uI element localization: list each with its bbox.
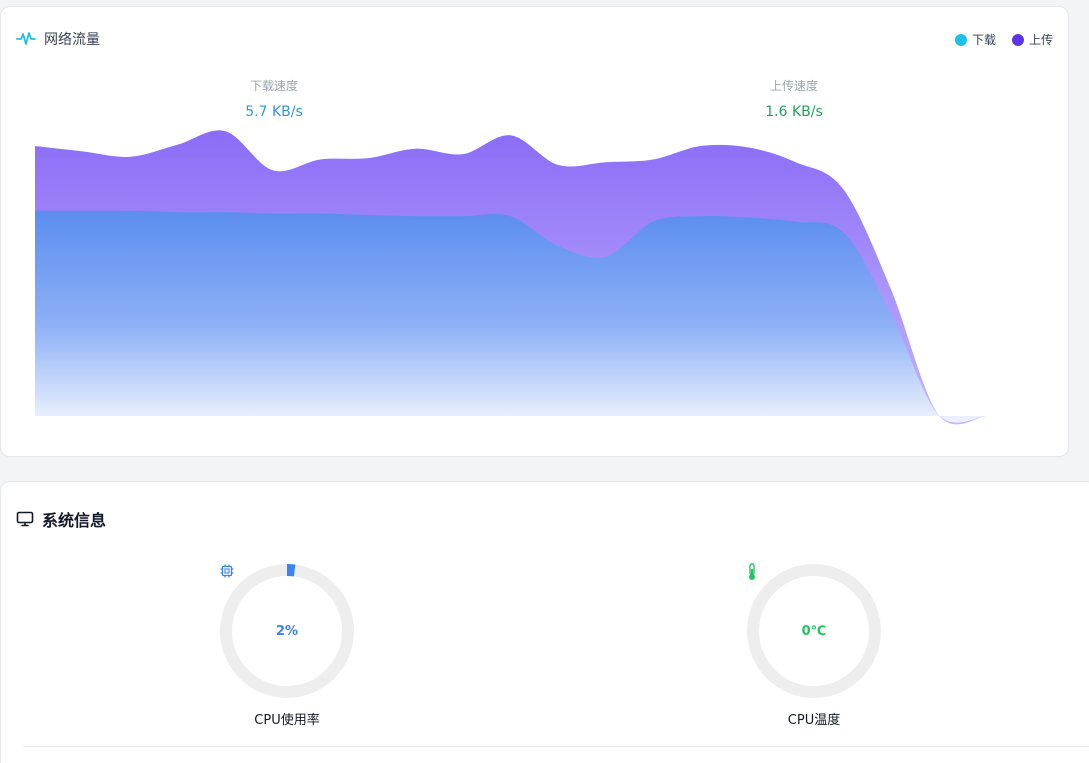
system-info-title: 系统信息 [42, 511, 107, 530]
system-info-card: 系统信息 2% CPU使用率 0℃ CPU温度 [0, 481, 1089, 763]
cpu-usage-ring: 2% [219, 563, 355, 699]
system-info-header: 系统信息 [16, 507, 106, 531]
network-traffic-card: 网络流量 下载 上传 下载速度 5.7 KB/s 上传速度 1.6 KB/s [0, 6, 1069, 457]
cpu-temp-label: CPU温度 [787, 713, 841, 728]
cpu-usage-label: CPU使用率 [254, 713, 320, 728]
cpu-temp-value: 0℃ [801, 623, 827, 639]
traffic-area-chart [35, 130, 986, 425]
cpu-usage-value: 2% [275, 623, 299, 639]
thermometer-icon [749, 563, 755, 580]
cpu-temp-ring: 0℃ [746, 563, 882, 699]
cpu-usage-gauge: 2% CPU使用率 [207, 563, 367, 728]
cpu-chip-icon [220, 564, 234, 578]
area-download-series [35, 210, 986, 423]
cpu-temp-gauge: 0℃ CPU温度 [734, 563, 894, 728]
section-divider [23, 746, 1089, 747]
monitor-icon [16, 511, 34, 527]
